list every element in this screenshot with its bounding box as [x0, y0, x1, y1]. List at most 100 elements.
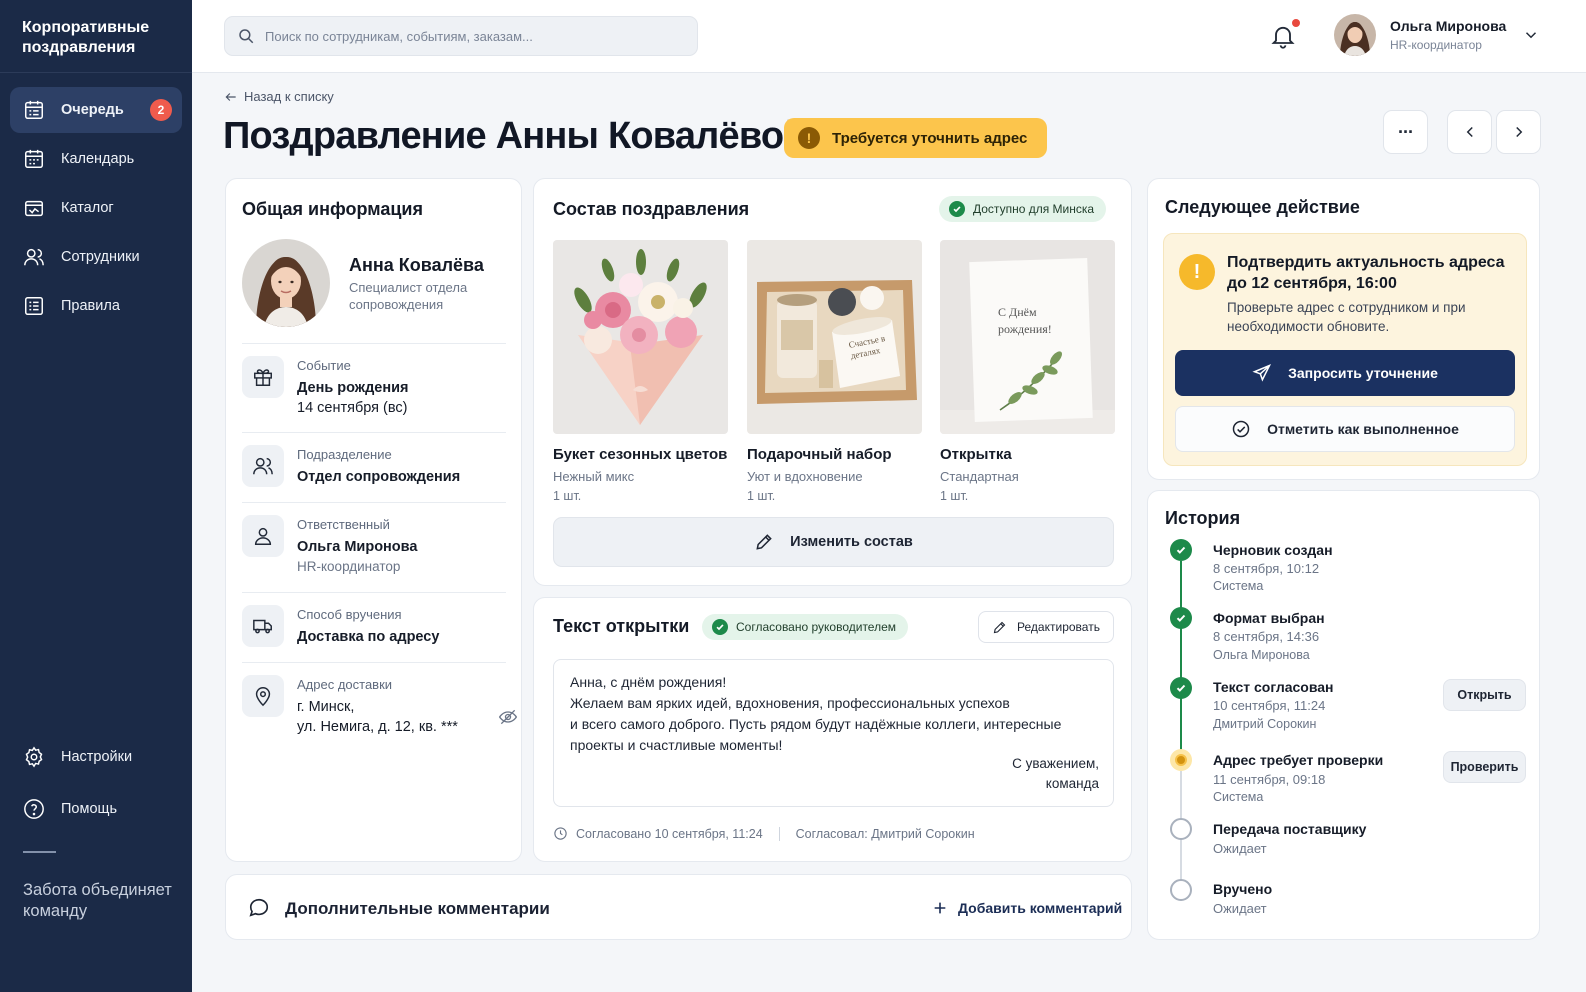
- sidebar-item-label: Помощь: [61, 801, 118, 817]
- history-item-author: Ольга Миронова: [1213, 648, 1310, 662]
- check-circle-icon: [1232, 420, 1250, 438]
- user-icon: [254, 527, 272, 545]
- check-address-button[interactable]: Проверить: [1443, 751, 1526, 783]
- address-line1: г. Минск,: [297, 699, 355, 715]
- sidebar-item-calendar[interactable]: Календарь: [10, 136, 182, 182]
- owner-row: Ответственный Ольга Миронова HR-координат…: [242, 502, 506, 592]
- sidebar-item-employees[interactable]: Сотрудники: [10, 234, 182, 280]
- alert-text: Проверьте адрес с сотрудником и при необ…: [1227, 300, 1466, 334]
- sidebar-item-rules[interactable]: Правила: [10, 283, 182, 329]
- history-item-date: 11 сентября, 09:18: [1213, 772, 1326, 787]
- owner-role: HR-координатор: [297, 559, 401, 574]
- check-icon: [1176, 684, 1186, 692]
- comment-icon: [249, 898, 269, 917]
- plus-icon: [934, 902, 946, 914]
- calendar-icon: [25, 149, 43, 168]
- queue-icon: [25, 100, 43, 119]
- history-card: История Черновик создан 8 сентября, 10:1…: [1147, 490, 1540, 940]
- gear-icon: [25, 746, 43, 768]
- card-text-body[interactable]: Анна, с днём рождения! Желаем вам ярких …: [553, 659, 1114, 807]
- status-badge-label: Требуется уточнить адрес: [832, 129, 1028, 147]
- add-comment-button[interactable]: Добавить комментарий: [932, 900, 1122, 916]
- address-label: Адрес доставки: [297, 677, 393, 692]
- event-value: День рождения: [297, 380, 409, 396]
- event-label: Событие: [297, 358, 351, 373]
- timeline-dot-done: [1170, 539, 1192, 561]
- topbar: Ольга Миронова HR-координатор: [192, 0, 1586, 73]
- change-composition-button[interactable]: Изменить состав: [553, 517, 1114, 567]
- help-icon: [24, 799, 44, 819]
- check-circle-icon: [712, 619, 728, 635]
- queue-count-badge: 2: [150, 99, 172, 121]
- product-quantity: 1 шт.: [553, 489, 582, 503]
- rules-icon: [25, 297, 43, 315]
- more-button[interactable]: ···: [1383, 110, 1428, 154]
- owner-value: Ольга Миронова: [297, 539, 418, 555]
- department-value: Отдел сопровождения: [297, 469, 461, 485]
- user-avatar[interactable]: [1334, 14, 1376, 56]
- notification-dot: [1292, 19, 1300, 27]
- product-image-postcard[interactable]: С Днём рождения!: [940, 240, 1115, 434]
- search-box[interactable]: [224, 16, 698, 56]
- previous-button[interactable]: [1447, 110, 1492, 154]
- composition-card: Состав поздравления Доступно для Минска …: [533, 178, 1132, 586]
- back-link[interactable]: Назад к списку: [224, 89, 334, 104]
- search-input[interactable]: [265, 28, 665, 44]
- timeline-dot-done: [1170, 607, 1192, 629]
- alert-title: Подтвердить актуальность адреса до 12 се…: [1227, 254, 1505, 292]
- address-line2: ул. Немига, д. 12, кв. ***: [297, 719, 458, 735]
- chevron-down-icon[interactable]: [1522, 26, 1540, 44]
- department-row: Подразделение Отдел сопровождения: [242, 432, 506, 502]
- check-icon: [1176, 614, 1186, 622]
- mark-done-button[interactable]: Отметить как выполненное: [1175, 406, 1515, 452]
- card-signature: С уважением, команда: [1012, 756, 1099, 791]
- history-item-title: Передача поставщику: [1213, 821, 1367, 837]
- history-item-status: Ожидает: [1213, 901, 1267, 916]
- chevron-left-icon: [1466, 126, 1473, 138]
- history-item-status: Ожидает: [1213, 841, 1267, 856]
- timeline-dot-warning: [1170, 749, 1192, 771]
- history-item-title: Вручено: [1213, 881, 1273, 897]
- product-quantity: 1 шт.: [940, 489, 969, 503]
- product-image-gift-set[interactable]: Счастье вдеталях: [747, 240, 922, 434]
- history-item-author: Дмитрий Сорокин: [1213, 717, 1317, 731]
- sidebar-item-label: Правила: [61, 298, 120, 314]
- timeline-line-done: [1180, 561, 1182, 761]
- next-button[interactable]: [1496, 110, 1541, 154]
- sidebar-item-catalog[interactable]: Каталог: [10, 185, 182, 231]
- delivery-row: Способ вручения Доставка по адресу: [242, 592, 506, 662]
- sidebar-bottom: Настройки Помощь: [0, 734, 192, 838]
- pencil-icon: [993, 621, 1006, 633]
- sidebar-item-queue[interactable]: Очередь 2: [10, 87, 182, 133]
- general-info-card: Общая информация Анна Ковалёва Специалис…: [225, 178, 522, 862]
- sidebar-item-label: Каталог: [61, 200, 114, 216]
- edit-text-button[interactable]: Редактировать: [978, 611, 1114, 643]
- address-alert: ! Подтвердить актуальность адреса до 12 …: [1163, 233, 1527, 466]
- sidebar-item-help[interactable]: Помощь: [10, 786, 182, 832]
- request-clarification-label: Запросить уточнение: [1288, 365, 1438, 381]
- users-icon: [24, 248, 44, 266]
- sidebar-item-settings[interactable]: Настройки: [10, 734, 182, 780]
- sidebar: Корпоративные поздравления Очередь 2 Кал…: [0, 0, 192, 992]
- address-row: Адрес доставки г. Минск, ул. Немига, д. 1…: [242, 662, 518, 752]
- product-image-bouquet[interactable]: [553, 240, 728, 434]
- history-item-author: Система: [1213, 579, 1264, 593]
- clock-icon: [554, 827, 567, 840]
- user-role: HR-координатор: [1390, 38, 1482, 52]
- history-item-title: Адрес требует проверки: [1213, 752, 1384, 768]
- warning-icon: !: [798, 127, 820, 149]
- history-item-author: Система: [1213, 790, 1264, 804]
- eye-off-icon[interactable]: [498, 707, 518, 727]
- department-label: Подразделение: [297, 447, 392, 462]
- open-text-button[interactable]: Открыть: [1443, 679, 1526, 711]
- status-badge: ! Требуется уточнить адрес: [784, 118, 1048, 158]
- request-clarification-button[interactable]: Запросить уточнение: [1175, 350, 1515, 396]
- approved-by: Согласовал: Дмитрий Сорокин: [795, 826, 975, 841]
- card-text-title: Текст открытки: [553, 616, 690, 636]
- product-description: Стандартная: [940, 469, 1019, 484]
- user-name: Ольга Миронова: [1390, 18, 1507, 34]
- history-item-date: 8 сентября, 14:36: [1213, 629, 1320, 644]
- approval-badge: Согласовано руководителем: [702, 614, 909, 640]
- sidebar-item-label: Сотрудники: [61, 249, 140, 265]
- more-icon: ···: [1398, 121, 1414, 142]
